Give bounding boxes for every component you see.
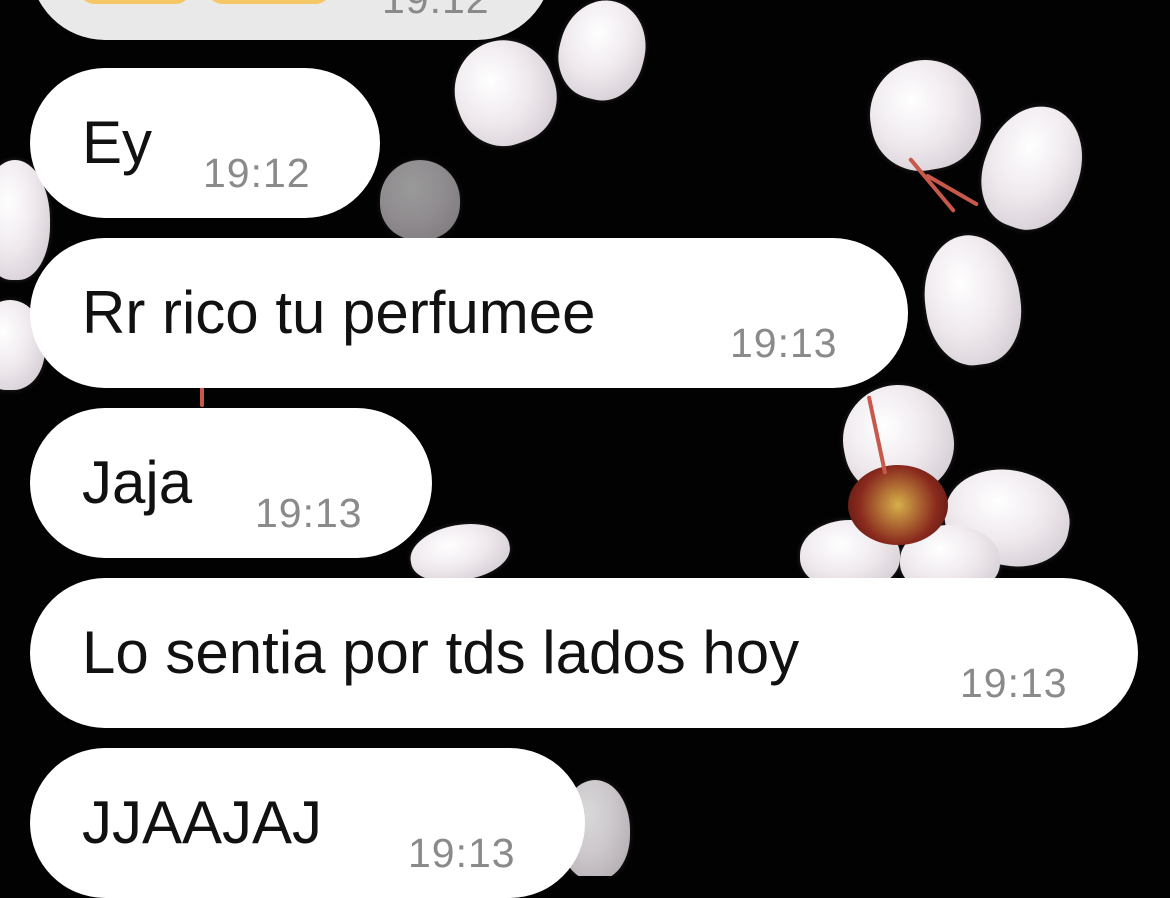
message-timestamp: 19:12 xyxy=(382,0,490,22)
message-text: Lo sentia por tds lados hoy xyxy=(82,619,800,686)
message-text: Jaja xyxy=(82,449,193,516)
message-timestamp: 19:13 xyxy=(960,660,1068,706)
message-bubble[interactable]: Ey 19:12 xyxy=(30,68,380,218)
previous-message-bubble[interactable]: 19:12 xyxy=(30,0,552,40)
message-timestamp: 19:13 xyxy=(255,490,363,536)
attachment-chip xyxy=(80,0,190,4)
message-timestamp: 19:12 xyxy=(203,150,311,196)
message-bubble[interactable]: Jaja 19:13 xyxy=(30,408,432,558)
attachment-chip xyxy=(208,0,330,4)
message-timestamp: 19:13 xyxy=(730,320,838,366)
message-bubble[interactable]: Lo sentia por tds lados hoy 19:13 xyxy=(30,578,1138,728)
message-text: Rr rico tu perfumee xyxy=(82,279,596,346)
message-text: JJAAJAJ xyxy=(82,789,323,856)
message-bubble[interactable]: Rr rico tu perfumee 19:13 xyxy=(30,238,908,388)
message-text: Ey xyxy=(82,109,153,176)
message-timestamp: 19:13 xyxy=(408,830,516,876)
